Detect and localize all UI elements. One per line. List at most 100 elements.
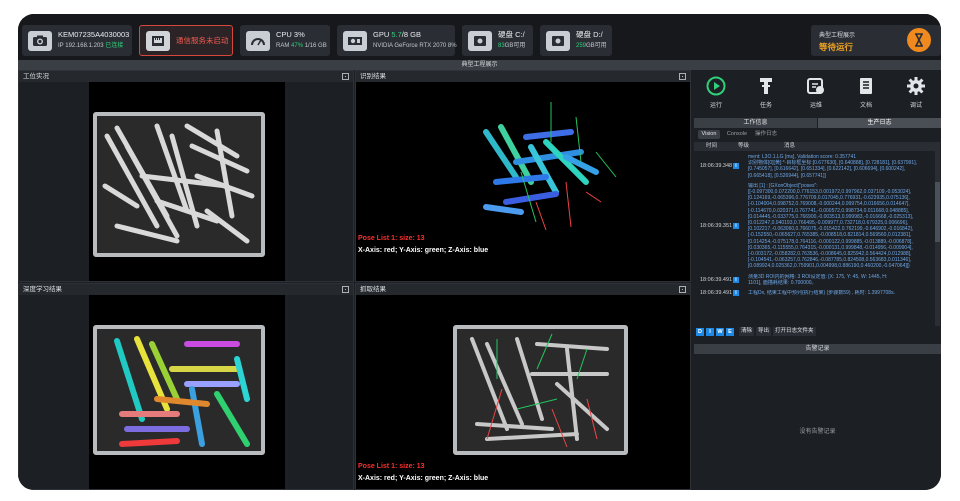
tab-production-log[interactable]: 生产日志 [818, 118, 941, 128]
debug-label: 调试 [909, 103, 922, 109]
disk-d-card[interactable]: 硬盘 D:/ 259GB可用 [540, 25, 612, 56]
ram-usage: RAM 47% 1/16 GB [276, 41, 327, 52]
log-message-line: 工程Dx, 结束工程中预列(执行结束) (步骤数59) , 耗时: 1.3997… [748, 290, 895, 296]
pose-list-label: Pose List 1: size: 13 [358, 463, 425, 470]
document-button[interactable]: 文档 [846, 76, 886, 109]
bin-tray [453, 325, 628, 455]
task-button[interactable]: 任务 [746, 76, 786, 109]
expand-icon[interactable] [342, 73, 349, 80]
network-port-icon [146, 30, 170, 51]
level-i-toggle[interactable]: I [706, 328, 714, 336]
log-list[interactable]: 18:06:39.348 i ment: L3O.1.LG [ms], Valida… [694, 151, 935, 326]
scroll-thumb[interactable] [935, 182, 940, 242]
log-row[interactable]: 18:06:39.348 i ment: L3O.1.LG [ms], Valida… [694, 152, 935, 181]
info-level-icon: i [733, 223, 739, 230]
disk-c-free-suffix: GB可用 [504, 43, 526, 49]
pose-list-label: Pose List 1: size: 13 [358, 235, 425, 242]
task-label: 任务 [759, 103, 772, 109]
live-view-image [19, 82, 353, 281]
log-time: 18:06:39.491 [700, 276, 733, 283]
harddisk-icon [546, 30, 570, 51]
cpu-card[interactable]: CPU 3% RAM 47% 1/16 GB [240, 25, 330, 56]
gpu-prefix: GPU [373, 30, 390, 39]
disk-d-free-suffix: GB可用 [586, 43, 607, 49]
gpu-card[interactable]: GPU 5.7/8 GB NVIDIA GeForce RTX 2070 8% [337, 25, 457, 56]
hourglass-icon [907, 28, 931, 52]
tab-operation-log[interactable]: 操作日志 [753, 130, 779, 139]
log-message-line: [0.089924,0.025362,0.759901,0.004998,0.8… [748, 263, 910, 270]
cpu-usage: CPU 3% [276, 30, 305, 39]
tab-console[interactable]: Console [724, 130, 750, 139]
level-e-toggle[interactable]: E [726, 328, 734, 336]
grab-result-panel: 抓取结果 Pose List 1: size: 13 X-Axis: red; … [355, 283, 691, 490]
export-button[interactable]: 导出 [756, 327, 772, 336]
col-time: 时间 [706, 143, 718, 149]
log-message-line: [-0.152550,-0.065627,0.765385,-0.008518,… [748, 232, 912, 239]
expand-icon[interactable] [679, 286, 686, 293]
tab-work-info[interactable]: 工作信息 [694, 118, 817, 128]
bin-tray [93, 112, 265, 257]
gauge-icon [246, 30, 270, 51]
axes-legend: X-Axis: red; Y-Axis: green; Z-Axis: blue [358, 247, 489, 254]
bin-tray [93, 325, 265, 455]
disk-c-free: 83GB可用 [498, 41, 525, 52]
panel-header: 抓取结果 [356, 284, 690, 295]
clear-button[interactable]: 清除 [739, 327, 755, 336]
log-message-line: [0.014254,-0.075178,0.764116,-0.000122,0… [748, 238, 913, 245]
camera-ip: IP 192.168.1.203 已连接 [58, 41, 129, 52]
alarm-header: 告警记录 [694, 344, 941, 354]
log-controls: D I W E 清除 导出 打开日志文件夹 [694, 327, 941, 337]
tab-vision[interactable]: Vision [698, 130, 720, 139]
disk-c-card[interactable]: 硬盘 C:/ 83GB可用 [462, 25, 533, 56]
gpu-model: NVIDIA GeForce RTX 2070 8% [373, 43, 457, 49]
comm-service-card[interactable]: 通信服务未启动 [139, 25, 233, 56]
log-message-line: [-0.114670,0.020371,0.767741,-0.000572,0… [748, 207, 910, 214]
debug-button[interactable]: 调试 [896, 76, 936, 109]
run-button[interactable]: 运行 [696, 76, 736, 109]
log-time: 18:06:39.348 [700, 163, 733, 170]
log-row[interactable]: 18:06:39.351 i 输出 [1] : [GXonObject{"poses… [694, 181, 935, 272]
log-message: 测量3D ROI内的网格: 3 ROI设定值: [X: 175, Y: 45, … [748, 274, 932, 286]
deep-learning-panel: 深度学习结果 [18, 283, 354, 490]
maintenance-label: 运维 [809, 103, 822, 109]
harddisk-icon [468, 30, 492, 51]
panel-title: 识别结果 [360, 73, 386, 80]
gpu-value: 5.7 [391, 30, 402, 39]
log-message: ment: L3O.1.LG [ms], Validation score: 0… [748, 154, 932, 179]
log-message-line: [0.745057], [0.616642], [0.651334], [0.6… [748, 166, 906, 173]
project-name: 典型工程展示 [819, 33, 856, 39]
expand-icon[interactable] [679, 73, 686, 80]
maintenance-button[interactable]: 运维 [796, 76, 836, 109]
open-log-folder-button[interactable]: 打开日志文件夹 [773, 327, 816, 336]
log-time: 18:06:39.491 [700, 290, 733, 297]
maintenance-icon [806, 76, 826, 96]
gpu-suffix: /8 GB [401, 30, 421, 39]
log-row[interactable]: 18:06:39.491 i 工程Dx, 结束工程中预列(执行结束) (步骤数59)… [694, 288, 935, 298]
info-level-icon: i [733, 163, 739, 170]
col-level: 等级 [738, 143, 750, 149]
disk-d-label: 硬盘 D:/ [576, 30, 603, 39]
log-message-line: [0.665418], [0.526944], [0.657741]] [748, 172, 826, 179]
project-title-bar: 典型工程展示 [18, 60, 941, 70]
panel-title: 工位实况 [23, 73, 49, 80]
ram-prefix: RAM [276, 43, 290, 49]
level-w-toggle[interactable]: W [716, 328, 724, 336]
gpu-usage: GPU 5.7/8 GB [373, 29, 457, 40]
camera-card[interactable]: KEM07235A4030003 IP 192.168.1.203 已连接 [22, 25, 132, 56]
log-message-line: [-0.104004,0.098752,0.769008,-0.000244,0… [748, 201, 910, 208]
expand-icon[interactable] [342, 286, 349, 293]
recognition-image: Pose List 1: size: 13 X-Axis: red; Y-Axi… [356, 82, 690, 281]
panel-title: 深度学习结果 [23, 286, 62, 293]
live-view-panel: 工位实况 [18, 70, 354, 282]
panel-header: 工位实况 [19, 71, 353, 82]
play-icon [706, 76, 726, 96]
log-row[interactable]: 18:06:39.491 i 测量3D ROI内的网格: 3 ROI设定值: [X:… [694, 272, 935, 288]
log-message-line: 1101], 面描耗结果: 0.700000。 [748, 279, 817, 286]
log-scrollbar[interactable] [935, 142, 940, 326]
level-d-toggle[interactable]: D [696, 328, 704, 336]
gear-icon [906, 76, 926, 96]
run-label: 运行 [709, 103, 722, 109]
log-table-header: 时间 等级 消息 [694, 142, 935, 151]
project-status-card[interactable]: 典型工程展示 等待运行 [811, 25, 941, 56]
log-time: 18:06:39.351 [700, 223, 733, 230]
